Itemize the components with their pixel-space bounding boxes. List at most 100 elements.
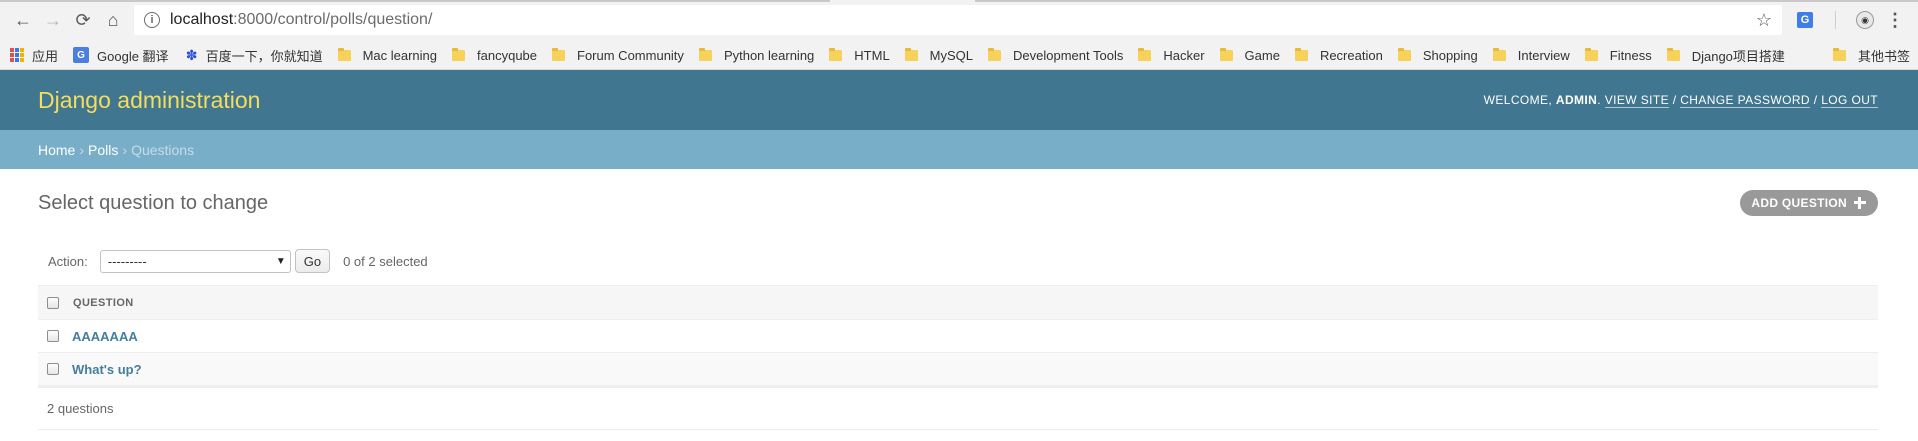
forward-arrow-icon[interactable]: →	[38, 5, 68, 35]
site-branding[interactable]: Django administration	[38, 87, 260, 114]
folder-icon	[829, 47, 843, 61]
bookmark-label: Google 翻译	[97, 48, 169, 64]
result-count: 2 questions	[47, 401, 114, 416]
folder-icon	[552, 47, 566, 61]
bookmark-label: Game	[1244, 47, 1280, 63]
bookmark-google-translate[interactable]: G Google 翻译	[73, 46, 169, 65]
view-site-link[interactable]: VIEW SITE	[1604, 93, 1669, 108]
bookmark-label: 百度一下，你就知道	[205, 48, 323, 64]
row-checkbox-cell	[38, 352, 72, 386]
url-host: localhost	[170, 11, 234, 28]
bookmark-label: Interview	[1517, 47, 1570, 63]
bookmark-folder-mysql[interactable]: MySQL	[904, 47, 974, 63]
bookmark-label: 应用	[32, 48, 59, 64]
breadcrumb: Home › Polls › Questions	[0, 130, 1918, 169]
bookmark-folder-fitness[interactable]: Fitness	[1584, 47, 1652, 63]
column-header-question[interactable]: QUESTION	[72, 285, 1878, 320]
column-header-label: QUESTION	[73, 296, 134, 309]
browser-menu-icon[interactable]: ⋮	[1880, 5, 1910, 35]
breadcrumb-polls[interactable]: Polls	[88, 142, 118, 158]
breadcrumb-separator: ›	[122, 141, 128, 158]
bookmark-label: Shopping	[1422, 47, 1478, 63]
bookmark-folder-mac-learning[interactable]: Mac learning	[337, 47, 437, 63]
folder-icon	[1219, 47, 1233, 61]
bookmark-baidu[interactable]: ✽ 百度一下，你就知道	[184, 46, 323, 65]
reload-icon[interactable]: ⟳	[68, 5, 98, 35]
folder-icon	[337, 47, 351, 61]
baidu-paw-icon: ✽	[185, 46, 198, 63]
bookmarks-bar: 应用 G Google 翻译 ✽ 百度一下，你就知道 Mac learning …	[0, 40, 1918, 70]
bookmark-label: Fitness	[1609, 47, 1652, 63]
site-info-icon[interactable]: i	[144, 12, 160, 28]
bookmark-folder-django[interactable]: Django项目搭建	[1666, 46, 1785, 65]
page-title: Select question to change	[38, 191, 269, 214]
bookmark-folder-game[interactable]: Game	[1219, 47, 1280, 63]
plus-icon	[1854, 197, 1866, 209]
back-arrow-icon[interactable]: ←	[8, 5, 38, 35]
bookmark-folder-recreation[interactable]: Recreation	[1294, 47, 1383, 63]
action-select[interactable]: --------- ▼	[99, 249, 291, 273]
results-table: QUESTION AAAAAAA What's up?	[38, 285, 1878, 386]
username: ADMIN	[1555, 93, 1598, 107]
home-icon[interactable]: ⌂	[98, 5, 128, 35]
bookmark-folder-hacker[interactable]: Hacker	[1138, 47, 1205, 63]
question-link[interactable]: What's up?	[72, 362, 142, 377]
action-selected-value: ---------	[107, 253, 147, 269]
bookmark-label: Python learning	[723, 47, 815, 63]
folder-icon	[988, 47, 1002, 61]
row-checkbox[interactable]	[47, 363, 59, 375]
welcome-text: WELCOME,	[1483, 93, 1556, 107]
question-cell: AAAAAAA	[72, 319, 1878, 353]
browser-chrome: ← → ⟳ ⌂ i localhost :8000/control/polls/…	[0, 0, 1918, 70]
url-path: :8000/control/polls/question/	[233, 11, 433, 28]
bookmark-star-icon[interactable]: ☆	[1756, 10, 1772, 31]
profile-avatar-icon[interactable]: ◉	[1850, 5, 1880, 35]
dropdown-caret-icon: ▼	[275, 255, 286, 267]
row-checkbox[interactable]	[47, 330, 59, 342]
bookmark-label: MySQL	[929, 47, 974, 63]
bookmark-folder-python-learning[interactable]: Python learning	[698, 47, 815, 63]
change-password-link[interactable]: CHANGE PASSWORD	[1680, 93, 1810, 108]
selection-counter: 0 of 2 selected	[343, 253, 428, 269]
separator: /	[1809, 93, 1822, 107]
log-out-link[interactable]: LOG OUT	[1821, 93, 1878, 108]
bookmark-folder-fancyqube[interactable]: fancyqube	[452, 47, 538, 63]
go-button[interactable]: Go	[294, 249, 331, 273]
bookmark-other[interactable]: 其他书签	[1832, 46, 1910, 65]
folder-icon	[1138, 47, 1152, 61]
add-question-button[interactable]: ADD QUESTION	[1740, 190, 1878, 216]
question-link[interactable]: AAAAAAA	[72, 329, 138, 344]
breadcrumb-current: Questions	[131, 141, 195, 158]
bookmark-label: fancyqube	[477, 47, 538, 63]
bookmark-folder-interview[interactable]: Interview	[1492, 47, 1570, 63]
welcome-punct: .	[1597, 93, 1605, 107]
add-question-label: ADD QUESTION	[1751, 196, 1847, 210]
breadcrumb-separator: ›	[79, 141, 85, 158]
folder-icon	[904, 47, 918, 61]
google-translate-icon: G	[73, 47, 90, 63]
bookmark-folder-html[interactable]: HTML	[829, 47, 890, 63]
user-tools: WELCOME, ADMIN. VIEW SITE / CHANGE PASSW…	[1483, 93, 1878, 108]
google-translate-extension-icon[interactable]: G	[1790, 5, 1820, 35]
bookmark-folder-forum-community[interactable]: Forum Community	[552, 47, 684, 63]
address-bar[interactable]: i localhost :8000/control/polls/question…	[134, 5, 1782, 35]
admin-header: Django administration WELCOME, ADMIN. VI…	[0, 70, 1918, 130]
bookmark-label: Django项目搭建	[1691, 48, 1785, 64]
question-cell: What's up?	[72, 352, 1878, 386]
bookmark-folder-shopping[interactable]: Shopping	[1397, 47, 1478, 63]
bookmark-folder-development-tools[interactable]: Development Tools	[988, 47, 1124, 63]
bookmark-apps[interactable]: 应用	[10, 46, 58, 65]
select-all-cell	[38, 285, 72, 320]
select-all-checkbox[interactable]	[47, 296, 59, 309]
folder-icon	[452, 47, 466, 61]
apps-grid-icon	[10, 48, 24, 62]
bookmark-label: Development Tools	[1013, 47, 1124, 63]
action-label: Action:	[48, 253, 88, 269]
folder-icon	[1832, 47, 1846, 61]
row-checkbox-cell	[38, 319, 72, 353]
folder-icon	[1584, 47, 1598, 61]
breadcrumb-home[interactable]: Home	[38, 142, 75, 158]
table-row: What's up?	[38, 352, 1878, 386]
folder-icon	[1397, 47, 1411, 61]
bookmark-label: 其他书签	[1857, 48, 1910, 64]
